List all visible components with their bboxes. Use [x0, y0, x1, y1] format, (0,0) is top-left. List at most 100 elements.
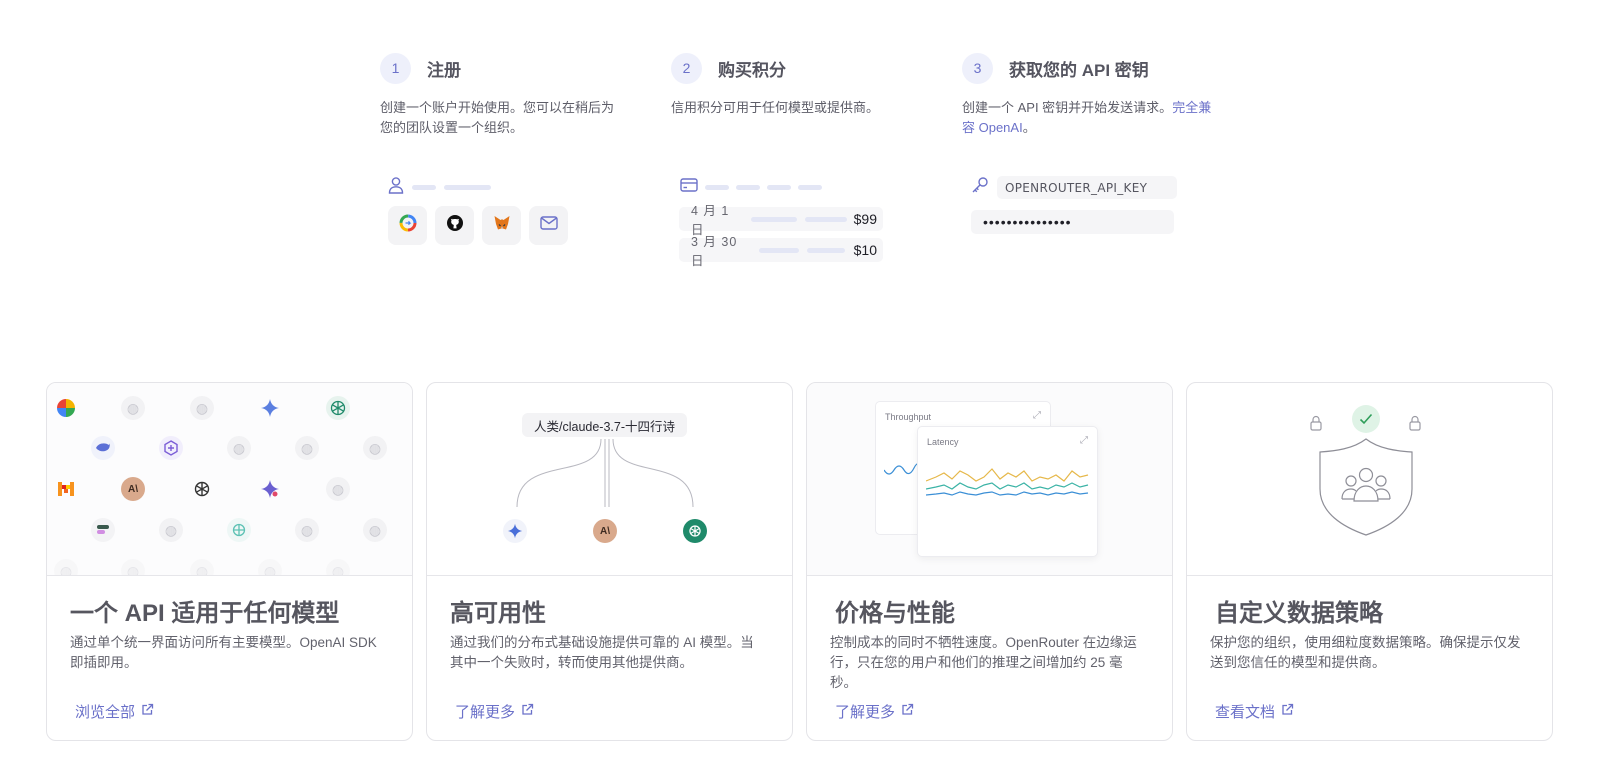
transaction-date: 3 月 30 日 [691, 235, 738, 268]
step-header: 1 注册 [380, 52, 640, 84]
anthropic-icon: A\ [593, 519, 617, 543]
link-label: 浏览全部 [75, 704, 136, 721]
transaction-row: 4 月 1 日 $99 [679, 204, 883, 237]
expand-icon[interactable]: ⤢ [1033, 410, 1041, 421]
api-key-value: ••••••••••••••• [971, 210, 1174, 234]
metamask-login-button[interactable] [482, 206, 521, 245]
external-link-icon [521, 703, 534, 720]
step-description: 信用积分可用于任何模型或提供商。 [671, 100, 880, 115]
email-login-button[interactable] [529, 206, 568, 245]
github-login-button[interactable] [435, 206, 474, 245]
feature-card-any-model: ◍ ◍ ◍ ◍ ◍ A\ ◍ ◍ ◍ ◍ ◍ ◍ ◍ ◍ ◍ 一个 API 适用… [46, 382, 413, 741]
feature-title: 自定义数据策略 [1215, 600, 1383, 627]
placeholder-bar [705, 185, 729, 190]
transaction-amount: $99 [853, 211, 877, 227]
feature-description: 控制成本的同时不牺牲速度。OpenRouter 在边缘运行，只在您的用户和他们的… [830, 635, 1137, 690]
openai-icon [683, 519, 707, 543]
placeholder-model-icon: ◍ [326, 559, 350, 575]
shield-team-icon [1317, 437, 1415, 542]
link-label: 了解更多 [835, 704, 896, 721]
feature-description: 通过单个统一界面访问所有主要模型。OpenAI SDK 即插即用。 [70, 635, 377, 670]
placeholder-model-icon: ◍ [159, 518, 183, 542]
data-policy-illustration [1187, 383, 1552, 576]
openai-icon [326, 396, 350, 420]
placeholder-bar [807, 247, 845, 253]
routing-lines [516, 438, 694, 508]
openai-icon [190, 477, 214, 501]
external-link-icon [141, 703, 154, 720]
api-key-name: OPENROUTER_API_KEY [997, 176, 1178, 199]
placeholder-model-icon: ◍ [295, 436, 319, 460]
view-docs-link[interactable]: 查看文档 [1215, 701, 1294, 722]
placeholder-model-icon: ◍ [227, 436, 251, 460]
routing-illustration: 人类/claude-3.7-十四行诗 A\ [427, 383, 792, 576]
learn-more-link[interactable]: 了解更多 [835, 701, 914, 722]
link-label: 查看文档 [1215, 704, 1276, 721]
model-grid-illustration: ◍ ◍ ◍ ◍ ◍ A\ ◍ ◍ ◍ ◍ ◍ ◍ ◍ ◍ ◍ [47, 383, 412, 576]
step-title: 购买积分 [718, 60, 786, 80]
step-title: 注册 [427, 60, 461, 80]
step-description-end: 。 [1022, 120, 1036, 135]
anthropic-icon: A\ [121, 477, 145, 501]
step-signup: 1 注册 创建一个账户开始使用。您可以在稍后为您的团队设置一个组织。 [380, 52, 640, 138]
placeholder-bar [805, 216, 847, 222]
mistral-icon [54, 477, 78, 501]
placeholder-bar [798, 185, 822, 190]
feature-description: 保护您的组织，使用细粒度数据策略。确保提示仅发送到您信任的模型和提供商。 [1210, 635, 1521, 670]
step-title: 获取您的 API 密钥 [1009, 60, 1149, 80]
feature-card-price-performance: Throughput ⤢ Latency ⤢ 价格与性能 控制成本的同时不牺牲速… [806, 382, 1173, 741]
link-label: 了解更多 [455, 704, 516, 721]
step-description: 创建一个 API 密钥并开始发送请求。完全兼容 OpenAI。 [962, 98, 1212, 138]
metamask-icon [493, 215, 511, 236]
user-icon [388, 176, 404, 199]
feature-title: 高可用性 [450, 600, 546, 627]
placeholder-model-icon: ◍ [326, 477, 350, 501]
gemini-icon [258, 396, 282, 420]
qwen-icon [227, 518, 251, 542]
step-description-text: 创建一个 API 密钥并开始发送请求。 [962, 100, 1173, 115]
step-number: 3 [962, 52, 993, 84]
placeholder-model-icon: ◍ [363, 518, 387, 542]
learn-more-link[interactable]: 了解更多 [455, 701, 534, 722]
throughput-label: Throughput [885, 412, 932, 422]
sparkle-model-icon [258, 477, 282, 501]
perplexity-icon [159, 436, 183, 460]
transaction-row: 3 月 30 日 $10 [679, 235, 883, 268]
transaction-amount: $10 [853, 242, 877, 258]
credit-card-icon [680, 178, 698, 197]
apikey-visual: OPENROUTER_API_KEY ••••••••••••••• [963, 176, 1203, 246]
placeholder-model-icon: ◍ [121, 559, 145, 575]
placeholder-model-icon: ◍ [54, 559, 78, 575]
placeholder-model-icon: ◍ [121, 396, 145, 420]
latency-panel: Latency ⤢ [917, 426, 1098, 557]
external-link-icon [1281, 703, 1294, 720]
deepseek-icon [91, 436, 115, 460]
placeholder-bar [444, 185, 491, 190]
placeholder-model-icon: ◍ [190, 396, 214, 420]
placeholder-model-icon: ◍ [190, 559, 214, 575]
account-placeholder [388, 176, 491, 199]
lock-icon [1408, 415, 1422, 436]
performance-illustration: Throughput ⤢ Latency ⤢ [807, 383, 1172, 576]
signup-visual [380, 176, 620, 256]
browse-all-link[interactable]: 浏览全部 [75, 701, 154, 722]
step-header: 3 获取您的 API 密钥 [962, 52, 1222, 84]
feature-title: 价格与性能 [835, 600, 955, 627]
expand-icon[interactable]: ⤢ [1080, 435, 1088, 446]
step-buy-credits: 2 购买积分 信用积分可用于任何模型或提供商。 [671, 52, 931, 118]
latency-label: Latency [927, 437, 959, 447]
step-header: 2 购买积分 [671, 52, 931, 84]
cohere-icon [91, 518, 115, 542]
google-login-button[interactable] [388, 206, 427, 245]
placeholder-model-icon: ◍ [258, 559, 282, 575]
latency-chart [926, 468, 1089, 496]
step-number: 2 [671, 52, 702, 84]
feature-card-data-policy: 自定义数据策略 保护您的组织，使用细粒度数据策略。确保提示仅发送到您信任的模型和… [1186, 382, 1553, 741]
step-api-key: 3 获取您的 API 密钥 创建一个 API 密钥并开始发送请求。完全兼容 Op… [962, 52, 1222, 138]
feature-title: 一个 API 适用于任何模型 [70, 600, 340, 627]
placeholder-bar [412, 185, 436, 190]
lock-icon [1309, 415, 1323, 436]
placeholder-model-icon: ◍ [363, 436, 387, 460]
placeholder-bar [767, 185, 791, 190]
credit-card-placeholder [680, 178, 822, 197]
